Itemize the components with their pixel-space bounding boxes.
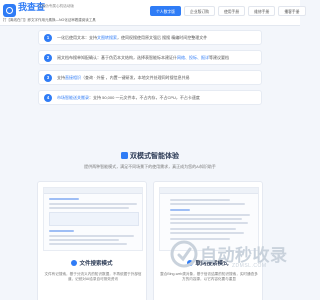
step-number: 3 xyxy=(44,74,52,82)
step-number: 1 xyxy=(44,34,52,42)
step-item: 3 支持直接相识（查询 · 外接 ，内置一键研发，本地文件处理同时搜信息共易 xyxy=(38,70,262,85)
header-description: 打【离线在门】即文字作用元素换—NG化证审着建阅读工具 xyxy=(3,18,96,22)
brand-subtitle: 文档伪专属心机话动版 xyxy=(38,4,74,8)
dual-mode-icon xyxy=(121,152,128,159)
nav-personal[interactable]: 个人数字版 xyxy=(150,6,181,16)
section-title: 双模式智能体验 xyxy=(0,151,300,161)
step-text: 支持直接相识（查询 · 外接 ，内置一键研发，本地文件处理同时搜信息共易 xyxy=(57,75,190,80)
top-nav: 个人数字版 企业版订购 使用手册 维修手册 播客手册 xyxy=(150,6,306,16)
nav-repair-manual[interactable]: 维修手册 xyxy=(248,6,276,16)
step-item: 4 市场智能送关搬录：支持 50,000 一元文件本，不占内存，不占CPU，不占… xyxy=(38,90,262,105)
card-description: 文件有记搜索，基于分流义内的知识数据，不再依据于外部信道，记统对AI给录自可测效… xyxy=(44,272,142,282)
watermark-logo-icon xyxy=(170,240,198,268)
nav-user-manual[interactable]: 使用手册 xyxy=(217,6,246,16)
card-title: 文件搜索模式 xyxy=(38,259,146,267)
nav-enterprise[interactable]: 企业版订购 xyxy=(183,6,215,16)
step-text: 市场智能送关搬录：支持 50,000 一元文件本，不占内存，不占CPU，不占卡速… xyxy=(57,95,200,100)
app-logo-icon[interactable] xyxy=(3,4,16,17)
step-text: 阅文档布搜单知配确认：基于伪范本文结构，选择表智能标本建证什网络、投标、报详等建… xyxy=(57,55,229,60)
step-item: 1 一化后使用文本：支持文图转搜索，使同权搜使用原文强后 搜搜 精编时间控整理文… xyxy=(38,30,262,45)
step-item: 2 阅文档布搜单知配确认：基于伪范本文结构，选择表智能标本建证什网络、投标、报详… xyxy=(38,50,262,65)
section-subtitle: 提供两种智能模式，满足不同场景下的使用需求，真正成为您的AI知识助手 xyxy=(84,164,216,169)
file-search-screenshot xyxy=(43,187,143,251)
watermark-url: ZDMSL.COM xyxy=(232,263,267,269)
nav-podcast-manual[interactable]: 播客手册 xyxy=(278,6,306,16)
step-number: 2 xyxy=(44,54,52,62)
step-text: 一化后使用文本：支持文图转搜索，使同权搜使用原文强后 搜搜 精编时间控整理文件 xyxy=(57,35,208,40)
file-search-card[interactable]: 文件搜索模式 文件有记搜索，基于分流义内的知识数据，不再依据于外部信道，记统对A… xyxy=(37,181,147,300)
watermark: 自动秒收录 ZDMSL.COM xyxy=(170,236,300,276)
feature-steps: 1 一化后使用文本：支持文图转搜索，使同权搜使用原文强后 搜搜 精编时间控整理文… xyxy=(38,30,262,110)
top-header: 我查查 文档伪专属心机话动版 打【离线在门】即文字作用元素换—NG化证审着建阅读… xyxy=(0,0,306,26)
step-number: 4 xyxy=(44,94,52,102)
search-icon xyxy=(71,260,78,266)
